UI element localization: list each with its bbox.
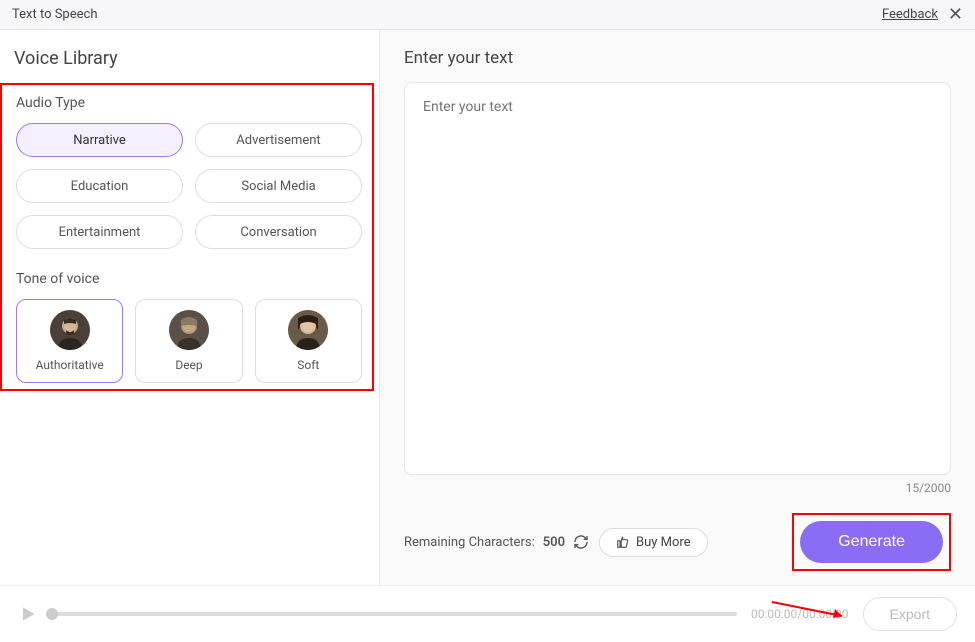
buy-more-button[interactable]: Buy More bbox=[599, 528, 708, 557]
tone-label-text: Authoritative bbox=[36, 358, 104, 372]
app-title: Text to Speech bbox=[12, 7, 97, 22]
voice-library-title: Voice Library bbox=[14, 48, 365, 69]
text-input[interactable] bbox=[404, 82, 951, 475]
avatar bbox=[288, 310, 328, 350]
audio-type-social-media[interactable]: Social Media bbox=[195, 169, 362, 203]
refresh-icon[interactable] bbox=[573, 534, 589, 550]
export-button[interactable]: Export bbox=[863, 597, 957, 631]
player-bar: 00:00:00/00:00:00 Export bbox=[0, 585, 975, 641]
feedback-link[interactable]: Feedback bbox=[882, 7, 938, 22]
remaining-characters: Remaining Characters: 500 bbox=[404, 534, 589, 550]
audio-type-narrative[interactable]: Narrative bbox=[16, 123, 183, 157]
audio-type-advertisement[interactable]: Advertisement bbox=[195, 123, 362, 157]
tone-label-text: Deep bbox=[175, 358, 202, 372]
avatar bbox=[169, 310, 209, 350]
audio-type-conversation[interactable]: Conversation bbox=[195, 215, 362, 249]
tone-label-text: Soft bbox=[297, 358, 319, 372]
tone-deep[interactable]: Deep bbox=[135, 299, 242, 383]
progress-slider[interactable] bbox=[52, 612, 737, 616]
time-display: 00:00:00/00:00:00 bbox=[751, 607, 849, 621]
play-icon[interactable] bbox=[18, 604, 38, 624]
tone-authoritative[interactable]: Authoritative bbox=[16, 299, 123, 383]
highlight-annotation-library: Audio Type Narrative Advertisement Educa… bbox=[0, 83, 374, 391]
character-count: 15/2000 bbox=[404, 481, 951, 495]
tone-soft[interactable]: Soft bbox=[255, 299, 362, 383]
audio-type-education[interactable]: Education bbox=[16, 169, 183, 203]
highlight-annotation-generate: Generate bbox=[792, 513, 951, 571]
audio-type-entertainment[interactable]: Entertainment bbox=[16, 215, 183, 249]
voice-library-panel: Voice Library Audio Type Narrative Adver… bbox=[0, 30, 380, 585]
header: Text to Speech Feedback ✕ bbox=[0, 0, 975, 30]
tone-label: Tone of voice bbox=[16, 271, 362, 287]
generate-button[interactable]: Generate bbox=[800, 521, 943, 563]
editor-title: Enter your text bbox=[404, 48, 951, 68]
close-icon[interactable]: ✕ bbox=[948, 6, 963, 24]
avatar bbox=[50, 310, 90, 350]
audio-type-label: Audio Type bbox=[16, 95, 362, 111]
editor-panel: Enter your text 15/2000 Remaining Charac… bbox=[380, 30, 975, 585]
thumbs-up-icon bbox=[616, 535, 630, 549]
progress-thumb[interactable] bbox=[46, 608, 58, 620]
